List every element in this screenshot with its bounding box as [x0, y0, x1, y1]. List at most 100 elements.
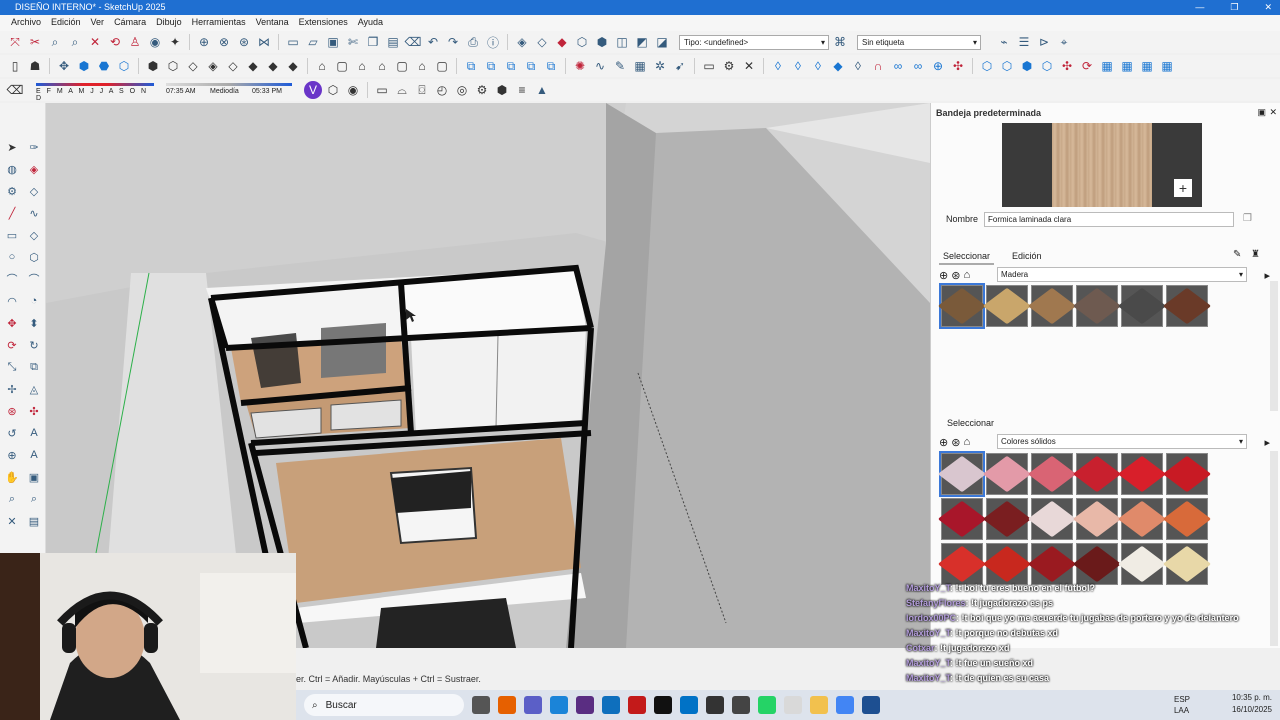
erase-icon[interactable]: ⌫ — [404, 33, 422, 51]
paint-icon[interactable]: ✂ — [26, 33, 44, 51]
view-right-icon[interactable]: ⌂ — [373, 57, 391, 75]
open-file-icon[interactable]: ▱ — [304, 33, 322, 51]
link-icon[interactable]: ∞ — [889, 57, 907, 75]
pdf-icon[interactable] — [628, 696, 646, 714]
axes-icon[interactable]: ✣ — [24, 401, 44, 421]
material-swatch[interactable] — [1027, 498, 1077, 540]
walk-person-icon[interactable]: ✦ — [166, 33, 184, 51]
style-shaded-icon[interactable]: ◩ — [633, 33, 651, 51]
library-combo-1[interactable]: Madera — [997, 267, 1247, 282]
back-edges-icon[interactable]: ◈ — [204, 57, 222, 75]
section-cut-icon[interactable]: ◆ — [553, 33, 571, 51]
close-x-icon[interactable]: ✕ — [740, 57, 758, 75]
view-left-icon[interactable]: ⌂ — [413, 57, 431, 75]
eraser-tool-icon[interactable]: ◈ — [24, 159, 44, 179]
look-around-icon[interactable]: ◉ — [146, 33, 164, 51]
menu-dibujo[interactable]: Dibujo — [151, 15, 187, 31]
shape-2-icon[interactable]: ⬡ — [998, 57, 1016, 75]
shape-1-icon[interactable]: ⬡ — [978, 57, 996, 75]
shaded-icon[interactable]: ◆ — [264, 57, 282, 75]
polygon-icon[interactable]: ⬡ — [24, 247, 44, 267]
details-icon-2[interactable]: ▸ — [1264, 436, 1270, 449]
brush-icon[interactable]: ⌁ — [995, 33, 1013, 51]
back-icon-2[interactable]: ⊕ — [939, 436, 948, 449]
link-active-icon[interactable]: ∞ — [909, 57, 927, 75]
tape-measure-icon[interactable]: ✢ — [2, 379, 22, 399]
group-icon[interactable]: ⬡ — [164, 57, 182, 75]
home-icon[interactable]: ⌂ — [963, 269, 970, 281]
drop-icon[interactable]: ◊ — [769, 57, 787, 75]
duplicate-material-icon[interactable]: ❐ — [1243, 213, 1252, 224]
label-tool-icon[interactable]: A — [24, 445, 44, 465]
cut-icon[interactable]: ✄ — [344, 33, 362, 51]
arc-icon[interactable]: ⌒ — [2, 269, 22, 289]
iso-view-icon[interactable]: ⬢ — [75, 57, 93, 75]
rotate-icon[interactable]: ⟳ — [2, 335, 22, 355]
material-swatch[interactable] — [1072, 285, 1122, 327]
material-swatch[interactable] — [1117, 285, 1167, 327]
tiktok-icon[interactable] — [654, 696, 672, 714]
menu-archivo[interactable]: Archivo — [6, 15, 46, 31]
component-tool-icon[interactable]: ⚙ — [2, 181, 22, 201]
scale-icon[interactable]: ⤡ — [2, 357, 22, 377]
menu-herramientas[interactable]: Herramientas — [187, 15, 251, 31]
material-swatch[interactable] — [1162, 285, 1212, 327]
forward-icon-2[interactable]: ⊛ — [951, 436, 960, 449]
warehouse-icon[interactable]: ⊕ — [195, 33, 213, 51]
box-3d-icon[interactable]: ⬢ — [493, 81, 511, 99]
protractor-icon[interactable]: ◬ — [24, 379, 44, 399]
material-swatch[interactable] — [937, 451, 987, 497]
view-back-icon[interactable]: ▢ — [393, 57, 411, 75]
details-icon-1[interactable]: ▸ — [1264, 269, 1270, 282]
lasso-icon[interactable]: ✑ — [24, 137, 44, 157]
rotated-rect-icon[interactable]: ◇ — [24, 225, 44, 245]
view-front-icon[interactable]: ⌂ — [353, 57, 371, 75]
shape-9-icon[interactable]: ▦ — [1138, 57, 1156, 75]
material-swatch[interactable] — [982, 543, 1032, 585]
section-plane-icon[interactable]: ◇ — [533, 33, 551, 51]
tag-tool-icon[interactable]: ◇ — [24, 181, 44, 201]
plugin-pencil-icon[interactable]: ✎ — [611, 57, 629, 75]
print-icon[interactable]: ⎙ — [464, 33, 482, 51]
style-xray-icon[interactable]: ⬡ — [573, 33, 591, 51]
wireframe-icon[interactable]: ◇ — [224, 57, 242, 75]
copy-icon[interactable]: ❐ — [364, 33, 382, 51]
material-swatch[interactable] — [1117, 453, 1167, 495]
camera-icon[interactable]: ⌼ — [413, 81, 431, 99]
paste-icon[interactable]: ▤ — [384, 33, 402, 51]
3d-text-tool-icon[interactable]: A — [24, 423, 44, 443]
outlook-icon[interactable] — [680, 696, 698, 714]
menu-ver[interactable]: Ver — [86, 15, 110, 31]
shape-10-icon[interactable]: ▦ — [1158, 57, 1176, 75]
paint-bucket-small-icon[interactable]: ♜ — [1251, 249, 1260, 260]
circle-icon[interactable]: ○ — [2, 247, 22, 267]
app2-icon[interactable] — [706, 696, 724, 714]
user-icon[interactable]: ☗ — [26, 57, 44, 75]
material-swatch[interactable] — [1027, 543, 1077, 585]
save-icon[interactable]: ▣ — [324, 33, 342, 51]
follow-me-icon[interactable]: ↻ — [24, 335, 44, 355]
material-swatch[interactable] — [1162, 453, 1212, 495]
view-iso-icon[interactable]: ⌂ — [313, 57, 331, 75]
share-model-icon[interactable]: ⊛ — [235, 33, 253, 51]
walk-icon[interactable]: ♙ — [126, 33, 144, 51]
location-pin-icon[interactable]: ⌖ — [1055, 33, 1073, 51]
minimize-button[interactable]: — — [1195, 0, 1204, 15]
firefox-icon[interactable] — [498, 696, 516, 714]
material-swatch[interactable] — [937, 543, 987, 585]
sketchup-icon[interactable] — [862, 696, 880, 714]
create-material-icon[interactable]: + — [1174, 179, 1192, 197]
timer-icon[interactable]: ◴ — [433, 81, 451, 99]
material-swatch[interactable] — [1027, 453, 1077, 495]
style-wireframe-icon[interactable]: ⬢ — [593, 33, 611, 51]
solid-trim-icon[interactable]: ⧉ — [502, 57, 520, 75]
zoom-window-icon[interactable]: ⌕ — [66, 33, 84, 51]
render-window-icon[interactable]: ▭ — [373, 81, 391, 99]
shape-7-icon[interactable]: ▦ — [1098, 57, 1116, 75]
task-view-icon[interactable] — [472, 696, 490, 714]
style-hidden-icon[interactable]: ◫ — [613, 33, 631, 51]
style-textured-icon[interactable]: ◪ — [653, 33, 671, 51]
material-swatch[interactable] — [982, 453, 1032, 495]
menu-extensiones[interactable]: Extensiones — [294, 15, 353, 31]
tag-icon[interactable]: ⌘ — [831, 33, 849, 51]
